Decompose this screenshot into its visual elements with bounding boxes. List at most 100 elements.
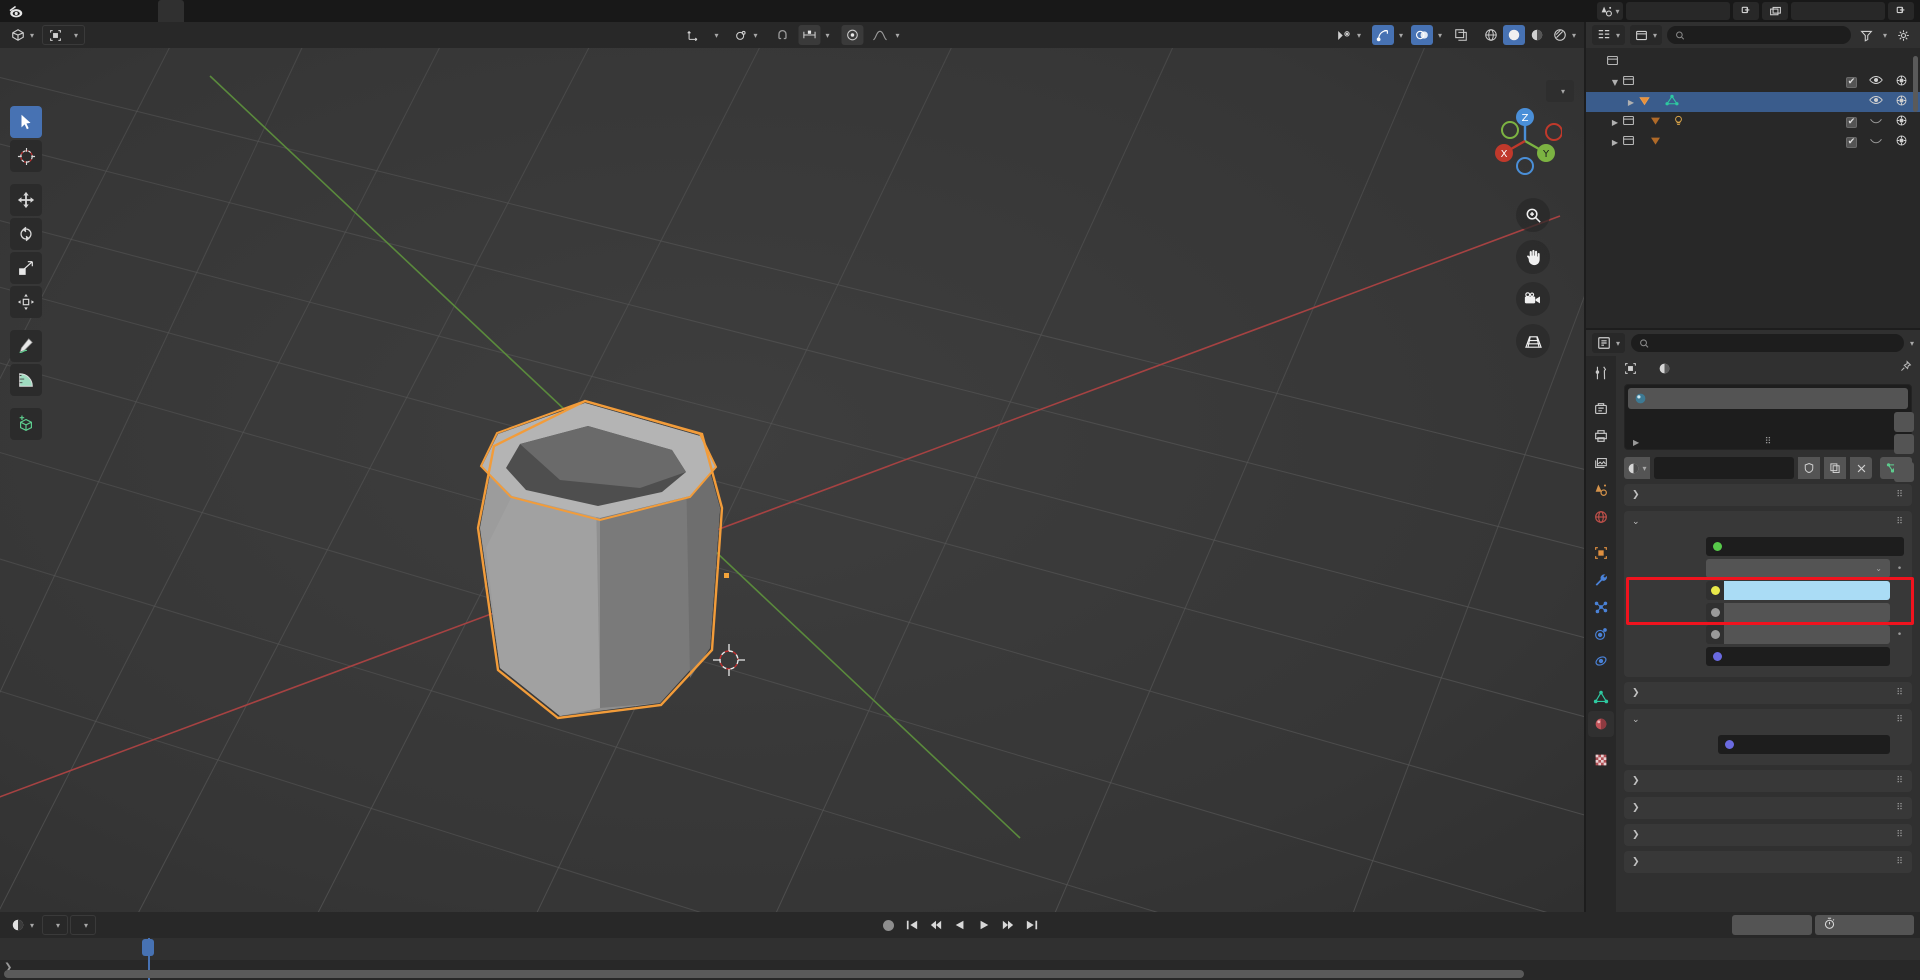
expand-toggle-icon[interactable]: ▶ xyxy=(1608,118,1622,127)
surface-shader-field[interactable] xyxy=(1706,537,1904,556)
menu-render[interactable] xyxy=(78,0,100,22)
shading-dropdown-icon[interactable]: ▾ xyxy=(1572,31,1576,40)
cursor-tool[interactable] xyxy=(10,140,42,172)
viewport-toolbar[interactable] xyxy=(10,106,42,440)
navigation-gizmo[interactable]: Z Y X xyxy=(1488,104,1562,178)
properties-search-field[interactable] xyxy=(1654,336,1896,350)
viewport-nav-buttons[interactable] xyxy=(1516,198,1550,358)
toggle-ortho-button[interactable] xyxy=(1516,324,1550,358)
properties-tab-view-layer[interactable] xyxy=(1588,450,1614,476)
expand-toggle-icon[interactable]: ▶ xyxy=(1624,98,1638,107)
blender-logo-icon[interactable] xyxy=(0,0,34,22)
panel-grip-icon[interactable]: ⠿ xyxy=(1896,517,1904,527)
timeline-menu-keying[interactable]: ▾ xyxy=(70,915,97,935)
outliner-search-field[interactable] xyxy=(1690,28,1843,42)
new-scene-button[interactable] xyxy=(1733,2,1759,20)
properties-tab-world[interactable] xyxy=(1588,504,1614,530)
pivot-point-selector[interactable]: ▾ xyxy=(729,25,763,45)
panel-header-displacement[interactable]: ⌄ ⠿ xyxy=(1624,709,1912,731)
mesh-object-icon[interactable] xyxy=(1649,134,1662,151)
unlink-material-button[interactable] xyxy=(1850,457,1872,479)
panel-header-line-art[interactable]: ❯ ⠿ xyxy=(1624,797,1912,819)
timeline-ruler[interactable] xyxy=(0,938,1920,960)
outliner-row-scene collection[interactable] xyxy=(1586,52,1920,72)
panel-header-settings[interactable]: ❯ ⠿ xyxy=(1624,770,1912,792)
properties-tab-column[interactable] xyxy=(1586,356,1616,912)
overlays-controls[interactable]: ▾ xyxy=(1408,25,1444,45)
viewport-canvas[interactable]: ▾ Z Y X xyxy=(0,48,1584,912)
zoom-button[interactable] xyxy=(1516,198,1550,232)
workspace-tab-animation[interactable] xyxy=(314,0,340,22)
material-slot-buttons[interactable] xyxy=(1894,412,1914,482)
panel-grip-icon[interactable]: ⠿ xyxy=(1896,688,1904,698)
animate-dot[interactable]: • xyxy=(1895,630,1904,640)
xray-icon[interactable] xyxy=(1450,25,1472,45)
animate-dot[interactable]: • xyxy=(1895,564,1904,574)
light-icon[interactable] xyxy=(1672,114,1685,131)
workspace-tab-layout[interactable] xyxy=(158,0,184,22)
properties-tab-data[interactable] xyxy=(1588,684,1614,710)
panel-grip-icon[interactable]: ⠿ xyxy=(1896,490,1904,500)
viewport-menu-add[interactable] xyxy=(124,25,142,45)
exclude-checkbox[interactable]: ✔ xyxy=(1846,136,1857,148)
options-button[interactable]: ▾ xyxy=(1545,80,1574,102)
playback-controls[interactable] xyxy=(877,915,1043,935)
expand-toggle-icon[interactable]: ▼ xyxy=(1608,78,1622,87)
slot-expand-icon[interactable]: ▶ xyxy=(1633,438,1639,447)
shading-mode-selector[interactable]: ▾ xyxy=(1477,25,1578,45)
material-slot-list[interactable]: ▶ ⠿ xyxy=(1624,384,1912,450)
properties-search-input[interactable] xyxy=(1631,334,1904,352)
properties-tab-physics[interactable] xyxy=(1588,621,1614,647)
exclude-checkbox[interactable]: ✔ xyxy=(1846,76,1857,88)
move-tool[interactable] xyxy=(10,184,42,216)
remove-material-slot-button[interactable] xyxy=(1894,434,1914,454)
play-button[interactable] xyxy=(973,915,995,935)
workspace-tab-geometry-nodes[interactable] xyxy=(392,0,418,22)
outliner-row-cylinder[interactable]: ▶ xyxy=(1586,92,1920,112)
properties-tab-scene[interactable] xyxy=(1588,477,1614,503)
annotate-tool[interactable] xyxy=(10,330,42,362)
snap-target-icon[interactable] xyxy=(798,25,821,45)
number-field[interactable] xyxy=(1724,603,1890,622)
panel-grip-icon[interactable]: ⠿ xyxy=(1896,715,1904,725)
add-material-slot-button[interactable] xyxy=(1894,412,1914,432)
menu-help[interactable] xyxy=(122,0,144,22)
workspace-tab-shading[interactable] xyxy=(288,0,314,22)
panel-grip-icon[interactable]: ⠿ xyxy=(1896,830,1904,840)
expand-toggle-icon[interactable]: ▶ xyxy=(1608,138,1622,147)
timeline-horizontal-scrollbar[interactable] xyxy=(4,970,1524,978)
scene-browse-button[interactable]: ▾ xyxy=(1597,2,1623,20)
mesh-object-icon[interactable] xyxy=(1649,114,1662,131)
hide-in-viewport-icon[interactable] xyxy=(1869,134,1883,150)
outliner-row-sklenice[interactable]: ▼ ✔ xyxy=(1586,72,1920,92)
outliner-filter-button[interactable] xyxy=(1892,25,1914,45)
pan-button[interactable] xyxy=(1516,240,1550,274)
object-mode-selector[interactable]: ▾ xyxy=(42,25,86,45)
editor-type-selector[interactable]: ▾ xyxy=(6,25,40,45)
timeline-menu-marker[interactable] xyxy=(118,915,136,935)
value-socket-button[interactable] xyxy=(1706,603,1724,622)
workspace-tab-scripting[interactable] xyxy=(418,0,444,22)
properties-tab-output[interactable] xyxy=(1588,423,1614,449)
workspace-tab-sculpting[interactable] xyxy=(210,0,236,22)
visibility-selector[interactable]: ▾ xyxy=(1331,25,1366,45)
next-keyframe-button[interactable] xyxy=(997,915,1019,935)
disable-in-render-icon[interactable] xyxy=(1895,114,1908,131)
scene-name-field[interactable] xyxy=(1626,2,1730,20)
value-socket-button[interactable] xyxy=(1706,625,1724,644)
panel-header-viewport-display[interactable]: ❯ ⠿ xyxy=(1624,824,1912,846)
properties-editor-type-button[interactable]: ▾ xyxy=(1592,333,1626,353)
shading-mode-wireframe[interactable] xyxy=(1480,25,1502,45)
viewport-menu-view[interactable] xyxy=(88,25,106,45)
panel-grip-icon[interactable]: ⠿ xyxy=(1896,857,1904,867)
exclude-checkbox[interactable]: ✔ xyxy=(1846,116,1857,128)
properties-tab-material[interactable] xyxy=(1588,711,1614,737)
properties-tab-particles[interactable] xyxy=(1588,594,1614,620)
add-cube-tool[interactable] xyxy=(10,408,42,440)
gizmo-controls[interactable]: ▾ xyxy=(1369,25,1405,45)
properties-tab-constraints[interactable] xyxy=(1588,648,1614,674)
shading-mode-material-preview[interactable] xyxy=(1526,25,1548,45)
falloff-curve-icon[interactable] xyxy=(869,25,891,45)
gizmo-icon[interactable] xyxy=(1371,25,1394,45)
properties-tab-tool[interactable] xyxy=(1588,360,1614,386)
